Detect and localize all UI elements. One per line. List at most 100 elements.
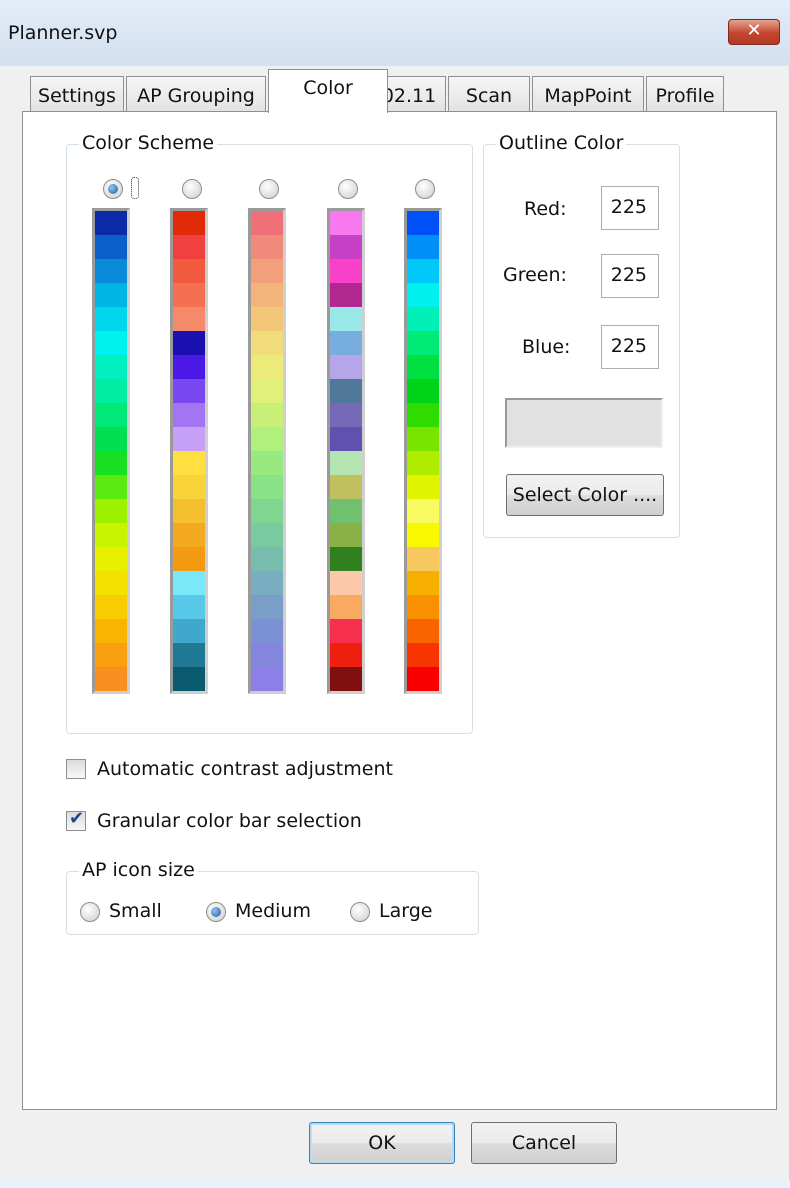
color-bar-2[interactable] <box>170 208 208 694</box>
granular-label: Granular color bar selection <box>97 810 362 832</box>
scheme-radio-4[interactable] <box>338 179 358 199</box>
color-swatch <box>330 259 362 283</box>
auto-contrast-checkbox[interactable] <box>66 759 86 779</box>
color-swatch <box>173 403 205 427</box>
color-swatch <box>95 523 127 547</box>
color-swatch <box>173 643 205 667</box>
tab-settings[interactable]: Settings <box>30 76 124 112</box>
color-swatch <box>251 427 283 451</box>
color-swatch <box>330 643 362 667</box>
color-swatch <box>251 475 283 499</box>
color-swatch <box>251 523 283 547</box>
color-swatch <box>95 403 127 427</box>
color-swatch <box>330 451 362 475</box>
tab-ap-grouping[interactable]: AP Grouping <box>126 76 266 112</box>
size-large-label: Large <box>379 900 433 922</box>
color-swatch <box>251 547 283 571</box>
color-swatch <box>173 619 205 643</box>
color-swatch <box>251 595 283 619</box>
color-swatch <box>330 499 362 523</box>
window-title: Planner.svp <box>8 22 118 44</box>
cancel-button[interactable]: Cancel <box>471 1122 617 1164</box>
scheme-radio-5[interactable] <box>415 179 435 199</box>
red-label: Red: <box>524 198 567 220</box>
color-swatch <box>95 571 127 595</box>
size-small-radio[interactable] <box>80 902 100 922</box>
color-swatch <box>407 307 439 331</box>
color-swatch <box>407 667 439 691</box>
color-swatch <box>251 451 283 475</box>
color-swatch <box>95 211 127 235</box>
color-swatch <box>407 451 439 475</box>
color-swatch <box>173 523 205 547</box>
color-swatch <box>407 259 439 283</box>
color-bar-4[interactable] <box>327 208 365 694</box>
color-swatch <box>173 595 205 619</box>
title-bar[interactable]: Planner.svp ✕ <box>0 0 790 66</box>
color-swatch <box>251 403 283 427</box>
color-swatch <box>95 451 127 475</box>
blue-input[interactable]: 225 <box>601 325 659 369</box>
color-swatch <box>251 619 283 643</box>
auto-contrast-label: Automatic contrast adjustment <box>97 758 393 780</box>
close-icon: ✕ <box>746 20 762 41</box>
color-swatch <box>407 331 439 355</box>
color-swatch <box>407 235 439 259</box>
granular-checkbox[interactable]: ✔ <box>66 808 86 831</box>
dialog-window: Planner.svp ✕ Settings AP Grouping Color… <box>0 0 790 1188</box>
color-swatch <box>407 619 439 643</box>
color-swatch <box>95 259 127 283</box>
color-swatch <box>251 283 283 307</box>
tab-scan[interactable]: Scan <box>448 76 530 112</box>
color-swatch <box>173 307 205 331</box>
color-swatch <box>330 523 362 547</box>
color-bar-5[interactable] <box>404 208 442 694</box>
scheme-radio-2[interactable] <box>182 179 202 199</box>
tab-color[interactable]: Color <box>268 69 388 113</box>
color-swatch <box>95 355 127 379</box>
select-color-button[interactable]: Select Color .... <box>506 474 664 516</box>
color-swatch <box>251 643 283 667</box>
color-swatch <box>407 427 439 451</box>
ok-button[interactable]: OK <box>309 1122 455 1164</box>
color-swatch <box>173 475 205 499</box>
color-swatch <box>330 427 362 451</box>
color-swatch <box>330 571 362 595</box>
color-swatch <box>330 595 362 619</box>
color-swatch <box>330 283 362 307</box>
color-swatch <box>407 571 439 595</box>
color-swatch <box>95 283 127 307</box>
color-swatch <box>407 403 439 427</box>
size-large-radio[interactable] <box>350 902 370 922</box>
focus-indicator <box>131 177 139 199</box>
color-bar-1[interactable] <box>92 208 130 694</box>
color-swatch <box>407 499 439 523</box>
color-swatch <box>251 307 283 331</box>
color-swatch <box>330 619 362 643</box>
color-swatch <box>95 307 127 331</box>
tab-mappoint[interactable]: MapPoint <box>532 76 644 112</box>
color-swatch <box>173 211 205 235</box>
color-swatch <box>330 331 362 355</box>
scheme-radio-3[interactable] <box>259 179 279 199</box>
scheme-radio-1[interactable] <box>103 179 123 199</box>
color-swatch <box>407 547 439 571</box>
color-bar-3[interactable] <box>248 208 286 694</box>
color-swatch <box>251 499 283 523</box>
color-swatch <box>330 379 362 403</box>
tab-profile[interactable]: Profile <box>646 76 724 112</box>
color-swatch <box>407 355 439 379</box>
color-swatch <box>173 547 205 571</box>
bottom-edge <box>0 1180 790 1188</box>
red-input[interactable]: 225 <box>601 186 659 230</box>
checkmark-icon: ✔ <box>69 808 85 829</box>
close-button[interactable]: ✕ <box>728 19 780 45</box>
color-swatch <box>407 643 439 667</box>
size-medium-radio[interactable] <box>206 902 226 922</box>
color-swatch <box>251 235 283 259</box>
color-swatch <box>95 547 127 571</box>
ap-icon-size-title: AP icon size <box>79 859 198 881</box>
green-input[interactable]: 225 <box>601 254 659 298</box>
color-swatch <box>251 571 283 595</box>
color-swatch <box>95 379 127 403</box>
